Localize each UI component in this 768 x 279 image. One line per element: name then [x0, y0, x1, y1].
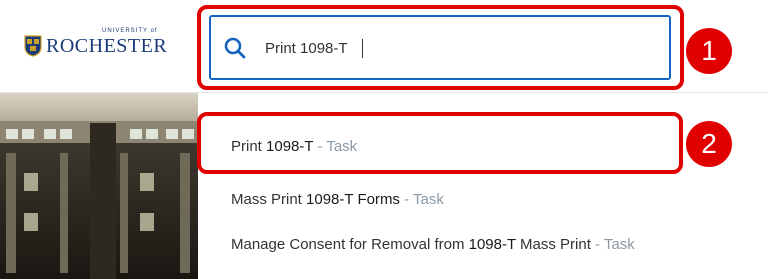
result-manage-consent-1098t-task[interactable]: Manage Consent for Removal from 1098-T M…: [231, 236, 635, 253]
university-logo[interactable]: UNIVERSITY of ROCHESTER: [24, 28, 168, 57]
logo-small-text: UNIVERSITY of: [102, 28, 158, 34]
callout-badge-1: 1: [686, 28, 732, 74]
result-type: - Task: [399, 191, 444, 208]
building-image: [0, 93, 198, 279]
result-mass-print-1098t-forms-task[interactable]: Mass Print 1098-T Forms - Task: [231, 191, 444, 208]
building-photo: [0, 93, 198, 279]
result-text: Mass Print: [231, 191, 307, 208]
result-text-tail: Mass Print: [515, 236, 591, 253]
logo-wordmark: UNIVERSITY of ROCHESTER: [46, 28, 168, 57]
highlight-box-search: [197, 5, 684, 90]
result-type: - Task: [590, 236, 635, 253]
logo-big-text: ROCHESTER: [46, 35, 168, 57]
university-seal-icon: [24, 35, 42, 57]
result-match-text: 1098-T: [468, 236, 516, 253]
result-match-text: 1098-T Forms: [306, 191, 400, 208]
highlight-box-result: [197, 112, 683, 174]
result-text: Manage Consent for Removal from: [231, 236, 469, 253]
callout-badge-2: 2: [686, 121, 732, 167]
